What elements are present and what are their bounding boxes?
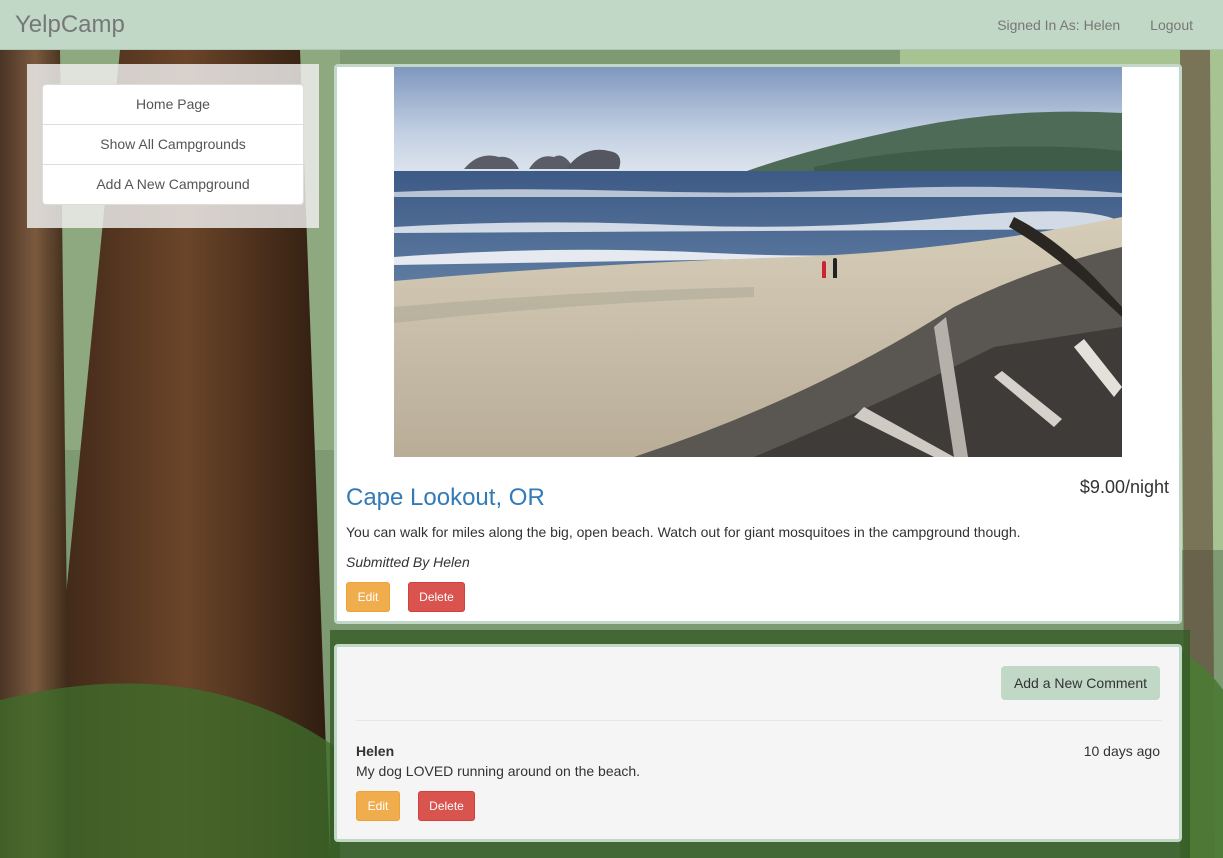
sidebar-item-show-all[interactable]: Show All Campgrounds [42,124,304,165]
beach-photo-icon [394,67,1122,457]
sidebar-item-add-new[interactable]: Add A New Campground [42,164,304,205]
delete-comment-button[interactable]: Delete [418,791,475,821]
comments-divider [356,720,1162,721]
comments-section: Add a New Comment Helen 10 days ago My d… [334,644,1182,842]
comment-author: Helen [356,743,395,759]
edit-campground-button[interactable]: Edit [346,582,390,612]
submitted-by: Submitted By Helen [346,554,470,570]
signed-in-label[interactable]: Signed In As: Helen [982,17,1135,33]
campground-price: $9.00/night [1079,477,1169,497]
delete-campground-button[interactable]: Delete [408,582,465,612]
nav-right: Signed In As: Helen Logout [982,0,1208,50]
brand-link[interactable]: YelpCamp [15,11,125,39]
comment-time: 10 days ago [1083,743,1160,759]
sidebar: Home Page Show All Campgrounds Add A New… [27,64,319,228]
add-comment-button[interactable]: Add a New Comment [1000,666,1160,700]
campground-card: $9.00/night Cape Lookout, OR You can wal… [334,64,1182,624]
campground-image [394,67,1122,457]
campground-description: You can walk for miles along the big, op… [346,524,1021,540]
campground-name-link[interactable]: Cape Lookout, OR [346,484,545,512]
sidebar-item-home[interactable]: Home Page [42,84,304,125]
navbar: YelpCamp Signed In As: Helen Logout [0,0,1223,50]
logout-link[interactable]: Logout [1135,17,1208,33]
comment-text: My dog LOVED running around on the beach… [356,763,641,779]
edit-comment-button[interactable]: Edit [356,791,400,821]
